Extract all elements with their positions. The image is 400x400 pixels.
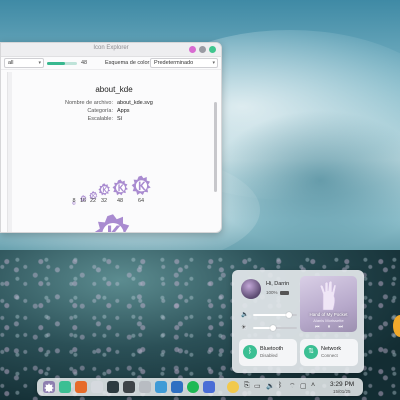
icon-explorer-window: Icon Explorer all ▾ 48 Esquema de color:… (0, 42, 222, 233)
bluetooth-toggle[interactable]: ᛒ Bluetooth Disabled (239, 339, 297, 366)
network-toggle[interactable]: ⇅ Network Connect (300, 339, 358, 366)
volume-icon: 🔈 (241, 312, 249, 318)
chevron-up-icon[interactable]: ˄ (311, 382, 315, 389)
volume-tray-icon[interactable]: 🔉 (266, 382, 275, 390)
battery-percent: 100% (266, 290, 278, 295)
kde-logo-icon (93, 213, 133, 232)
partial-widget[interactable] (393, 315, 400, 337)
volume-track[interactable] (253, 312, 297, 318)
color-scheme-select[interactable]: Predeterminado ▾ (150, 58, 218, 68)
outlook-icon[interactable] (171, 381, 183, 393)
icon-name-heading: about_kde (95, 85, 133, 94)
icon-size-value: 48 (81, 60, 88, 66)
close-button[interactable] (189, 46, 196, 53)
file-manager-icon[interactable] (59, 381, 71, 393)
bluetooth-state: Disabled (260, 353, 278, 358)
property-key: Nombre de archivo: (65, 100, 113, 106)
property-row: Nombre de archivo: about_kde.svg (15, 100, 213, 108)
property-value: about_kde.svg (117, 100, 153, 106)
taskbar-clock[interactable]: 3:29 PM (330, 381, 354, 388)
clipboard-icon[interactable]: ⎘ (244, 382, 250, 390)
details-scrollbar[interactable] (214, 72, 218, 232)
system-icon[interactable] (155, 381, 167, 393)
bluetooth-tray-icon[interactable]: ᛒ (278, 382, 282, 389)
brightness-slider[interactable]: ☀ (241, 324, 299, 332)
previous-icon[interactable]: ⏮ (315, 324, 320, 330)
property-key: Categoría: (87, 108, 113, 114)
icon-size-label: 64 (137, 198, 145, 204)
weather-icon[interactable] (227, 381, 239, 393)
album-art-hand-icon (319, 280, 337, 310)
color-scheme-label: Esquema de color: (105, 60, 151, 66)
terminal-icon[interactable] (107, 381, 119, 393)
window-title: Icon Explorer (93, 45, 129, 51)
volume-slider[interactable]: 🔈 (241, 311, 299, 319)
text-editor-icon[interactable] (91, 381, 103, 393)
battery-icon (279, 290, 289, 295)
volume-fill (253, 314, 290, 316)
chevron-down-icon: ▾ (212, 60, 215, 66)
property-key: Escalable: (87, 116, 113, 122)
icon-details-panel: about_kde Nombre de archivo: about_kde.s… (15, 72, 213, 232)
scrollbar-thumb[interactable] (214, 102, 217, 192)
pause-icon[interactable]: ⏸ (328, 324, 331, 330)
minimize-button[interactable] (199, 46, 206, 53)
category-filter-value: all (8, 60, 14, 66)
chevron-down-icon: ▾ (38, 60, 41, 66)
property-row: Escalable: Sí (15, 116, 213, 124)
title-bar[interactable]: Icon Explorer (1, 43, 221, 57)
display-icon[interactable]: ▢ (300, 382, 307, 390)
user-info[interactable]: Hi, Darrin 100% (239, 277, 299, 299)
brightness-knob[interactable] (269, 325, 276, 331)
bluetooth-icon: ᛒ (243, 345, 257, 359)
taskbar-date: 15/01/25 (333, 389, 351, 394)
next-icon[interactable]: ⏭ (338, 324, 343, 330)
avatar (241, 279, 261, 299)
maximize-button[interactable] (209, 46, 216, 53)
battery-status: 100% (266, 290, 289, 295)
color-scheme-value: Predeterminado (154, 60, 194, 66)
media-controls: ⏮ ⏸ ⏭ (315, 324, 343, 330)
settings-icon[interactable] (139, 381, 151, 393)
media-player[interactable]: Hand of My Pocket Alanis Morissette ⏮ ⏸ … (300, 276, 357, 332)
network-state: Connect (321, 353, 338, 358)
toolbar: all ▾ 48 Esquema de color: Predeterminad… (1, 57, 221, 70)
property-value: Sí (117, 116, 123, 122)
console-icon[interactable] (123, 381, 135, 393)
control-center-panel: Hi, Darrin 100% Hand of My Pocket Alanis… (232, 270, 364, 373)
wifi-icon[interactable]: ⌔ (289, 382, 296, 391)
song-title: Hand of My Pocket (309, 312, 348, 317)
property-row: Categoría: Apps (15, 108, 213, 116)
brightness-icon: ☀ (241, 325, 247, 331)
song-artist: Alanis Morissette (313, 318, 344, 323)
icon-size-label: 48 (116, 198, 124, 204)
taskbar-dock: ⎘ ▭ 🔉 ᛒ ⌔ ▢ ˄ (37, 378, 363, 396)
window-controls (189, 46, 216, 53)
spotify-icon[interactable] (187, 381, 199, 393)
firefox-icon[interactable] (75, 381, 87, 393)
chat-icon[interactable] (203, 381, 215, 393)
icon-size-label: 32 (100, 198, 108, 204)
volume-knob[interactable] (286, 312, 293, 318)
icon-list-scrollbar[interactable] (7, 72, 12, 232)
bluetooth-label: Bluetooth (260, 346, 284, 352)
user-greeting: Hi, Darrin (266, 281, 290, 287)
icon-properties: Nombre de archivo: about_kde.svg Categor… (15, 100, 213, 124)
property-value: Apps (117, 108, 130, 114)
brightness-track[interactable] (253, 325, 297, 331)
battery-tray-icon[interactable]: ▭ (254, 382, 261, 390)
network-label: Network (321, 346, 342, 352)
network-icon: ⇅ (304, 345, 318, 359)
category-filter-select[interactable]: all ▾ (4, 58, 44, 68)
app-launcher-icon[interactable] (43, 381, 55, 393)
icon-size-slider-fill (47, 62, 65, 65)
icon-size-slider[interactable] (47, 62, 77, 65)
